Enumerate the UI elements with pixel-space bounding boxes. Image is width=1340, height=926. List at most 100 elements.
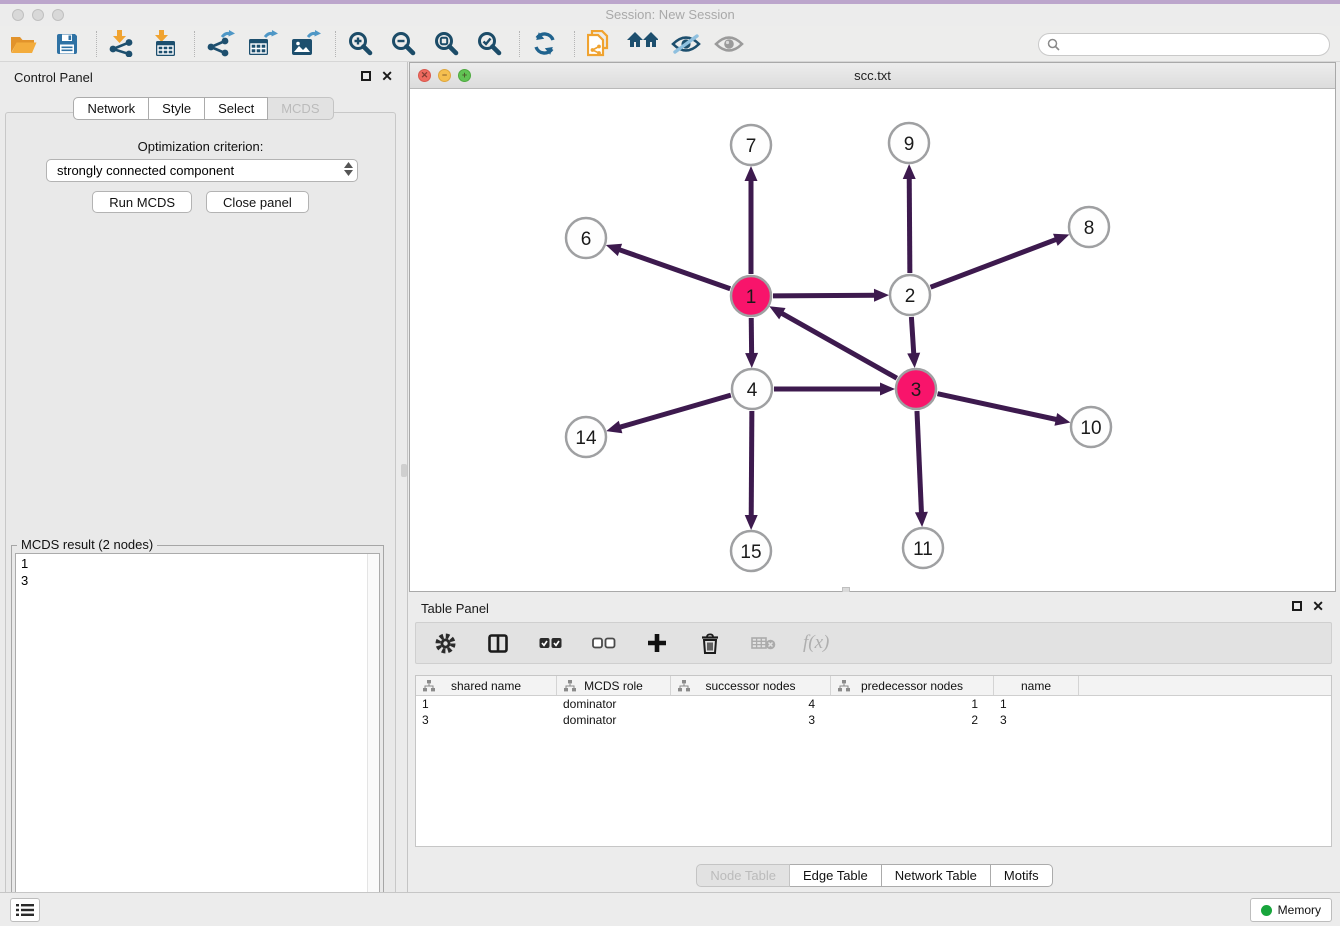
node-table: shared nameMCDS rolesuccessor nodesprede… [415, 675, 1332, 847]
export-image-button[interactable] [290, 29, 321, 59]
table-cell[interactable]: 2 [831, 712, 994, 728]
table-cell[interactable]: 3 [994, 712, 1079, 728]
graph-edge-3-11[interactable] [917, 411, 922, 515]
panel-splitter-grip[interactable] [401, 464, 407, 477]
export-network-button[interactable] [204, 29, 235, 59]
close-table-panel-icon[interactable]: ✕ [1312, 601, 1324, 611]
table-header-row: shared nameMCDS rolesuccessor nodesprede… [416, 676, 1331, 696]
tab-mcds[interactable]: MCDS [268, 97, 333, 120]
graph-node-label: 6 [581, 229, 592, 250]
apply-function-button[interactable]: f(x) [803, 630, 829, 656]
import-network-button[interactable] [106, 29, 137, 59]
graph-node-label: 3 [911, 380, 922, 401]
add-row-button[interactable] [644, 630, 670, 656]
table-panel-title: Table Panel [421, 601, 489, 616]
table-cell[interactable]: dominator [557, 712, 671, 728]
close-panel-button[interactable]: Close panel [206, 191, 309, 213]
dropdown-value: strongly connected component [57, 163, 234, 178]
table-toolbar: f(x) [415, 622, 1332, 664]
search-input[interactable] [1065, 37, 1321, 53]
open-session-button[interactable] [8, 29, 39, 59]
tab-motifs[interactable]: Motifs [991, 864, 1053, 887]
task-history-button[interactable] [10, 898, 40, 922]
graph-edge-arrowhead [1053, 234, 1069, 246]
table-cell[interactable]: 1 [994, 696, 1079, 712]
table-cell[interactable]: 4 [671, 696, 831, 712]
network-window-titlebar[interactable]: ✕ − + scc.txt [410, 63, 1335, 89]
graph-edge-4-14[interactable] [618, 395, 731, 428]
memory-button[interactable]: Memory [1250, 898, 1332, 922]
graph-edge-2-3[interactable] [911, 317, 913, 356]
select-all-checkboxes-button[interactable] [538, 630, 564, 656]
toolbar-separator [519, 31, 520, 57]
unselect-all-checkboxes-button[interactable] [591, 630, 617, 656]
delete-row-button[interactable] [697, 630, 723, 656]
table-cell[interactable]: dominator [557, 696, 671, 712]
network-view-window: ✕ − + scc.txt 1234678910111415 [409, 62, 1336, 592]
network-graph[interactable]: 1234678910111415 [410, 89, 1335, 591]
graph-node-label: 15 [740, 542, 761, 563]
first-neighbors-button[interactable] [627, 29, 658, 59]
float-table-panel-icon[interactable] [1292, 601, 1302, 611]
tab-network-table[interactable]: Network Table [882, 864, 991, 887]
graph-node-label: 9 [904, 134, 915, 155]
tab-select[interactable]: Select [205, 97, 268, 120]
export-table-button[interactable] [247, 29, 278, 59]
hide-selected-button[interactable] [670, 29, 701, 59]
tab-edge-table[interactable]: Edge Table [790, 864, 882, 887]
graph-edge-1-6[interactable] [617, 249, 730, 289]
float-panel-icon[interactable] [361, 71, 371, 81]
column-header-shared-name[interactable]: shared name [416, 676, 557, 695]
table-cell[interactable]: 3 [416, 712, 557, 728]
zoom-selected-icon [477, 31, 503, 57]
graph-node-label: 11 [913, 539, 933, 560]
graph-edge-arrowhead [606, 421, 622, 433]
table-row[interactable]: 3dominator323 [416, 712, 1331, 728]
graph-edge-3-1[interactable] [780, 312, 897, 378]
refresh-network-button[interactable] [529, 29, 560, 59]
optimization-criterion-select[interactable]: strongly connected component [46, 159, 358, 182]
zoom-in-icon [348, 31, 374, 57]
save-session-button[interactable] [51, 29, 82, 59]
zoom-out-button[interactable] [388, 29, 419, 59]
network-canvas[interactable]: 1234678910111415 [410, 89, 1335, 591]
search-box[interactable] [1038, 33, 1330, 56]
import-table-button[interactable] [149, 29, 180, 59]
column-header-successor-nodes[interactable]: successor nodes [671, 676, 831, 695]
table-cell[interactable]: 1 [831, 696, 994, 712]
delete-table-button[interactable] [750, 630, 776, 656]
optimization-criterion-label: Optimization criterion: [6, 139, 395, 154]
graph-node-label: 2 [905, 286, 916, 307]
table-settings-button[interactable] [432, 630, 458, 656]
column-header-predecessor-nodes[interactable]: predecessor nodes [831, 676, 994, 695]
unchecked-boxes-icon [592, 637, 616, 649]
checked-boxes-icon [539, 637, 563, 649]
zoom-selected-button[interactable] [474, 29, 505, 59]
tab-network[interactable]: Network [73, 97, 149, 120]
mcds-result-text[interactable]: 1 3 [15, 553, 380, 915]
table-row[interactable]: 1dominator411 [416, 696, 1331, 712]
graph-edge-4-15[interactable] [751, 411, 752, 518]
column-browser-button[interactable] [485, 630, 511, 656]
table-panel: Table Panel ✕ [409, 592, 1340, 892]
table-cell[interactable]: 1 [416, 696, 557, 712]
graph-edge-1-2[interactable] [773, 295, 877, 296]
run-mcds-button[interactable]: Run MCDS [92, 191, 192, 213]
graph-edge-arrowhead [1054, 413, 1070, 426]
result-scrollbar[interactable] [367, 554, 379, 914]
tab-style[interactable]: Style [149, 97, 205, 120]
zoom-fit-button[interactable] [431, 29, 462, 59]
show-all-button[interactable] [713, 29, 744, 59]
column-header-name[interactable]: name [994, 676, 1079, 695]
graph-edge-arrowhead [880, 383, 895, 396]
graph-edge-2-9[interactable] [909, 176, 910, 273]
column-header-MCDS-role[interactable]: MCDS role [557, 676, 671, 695]
graph-edge-2-8[interactable] [931, 239, 1059, 287]
tab-node-table[interactable]: Node Table [696, 864, 790, 887]
new-network-from-selection-button[interactable] [584, 29, 615, 59]
graph-edge-3-10[interactable] [937, 394, 1058, 420]
zoom-in-button[interactable] [345, 29, 376, 59]
close-panel-icon[interactable]: ✕ [381, 71, 393, 81]
table-cell[interactable]: 3 [671, 712, 831, 728]
list-icon [16, 903, 34, 917]
